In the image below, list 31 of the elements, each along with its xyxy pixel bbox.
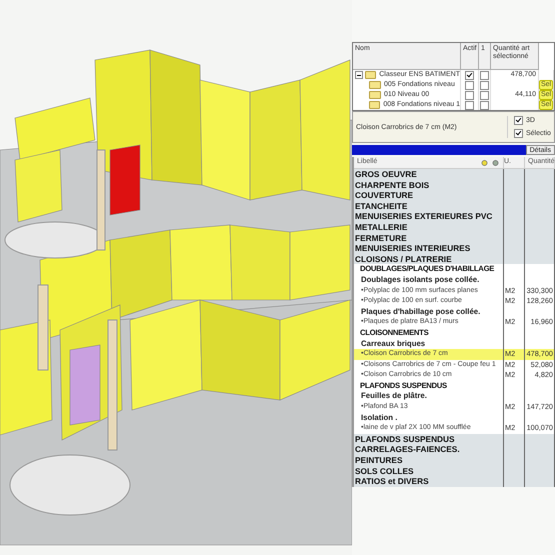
category-heading: ETANCHEITE — [354, 200, 408, 211]
category-heading: METALLERIE — [354, 222, 408, 232]
folder-icon — [369, 81, 381, 89]
category-heading: PLAFONDS SUSPENDUS — [354, 434, 455, 444]
checkbox[interactable] — [465, 70, 474, 80]
folder-icon — [364, 71, 376, 79]
expand-toggle-icon[interactable] — [355, 71, 363, 79]
category-heading: CARRELAGES-FAIENCES. — [354, 444, 460, 454]
category-heading: COUVERTURE — [354, 190, 414, 200]
category-heading: MENUISERIES EXTERIEURES PVC — [354, 211, 492, 222]
checkbox[interactable] — [465, 90, 474, 100]
category-heading: GROS OEUVRE — [354, 169, 417, 179]
checkbox[interactable] — [480, 90, 489, 100]
folder-icon — [369, 91, 381, 99]
folder-icon — [369, 101, 380, 109]
collapse-all-icon[interactable] — [492, 160, 499, 166]
category-heading: RATIOS et DIVERS — [354, 476, 429, 486]
category-heading: CHARPENTE BOIS — [354, 180, 430, 190]
checkbox[interactable] — [480, 70, 489, 80]
checkbox[interactable] — [465, 100, 474, 110]
checkbox[interactable] — [514, 116, 523, 125]
checkbox[interactable] — [514, 129, 523, 138]
category-heading: FERMETURE — [354, 232, 407, 243]
category-heading: MENUISERIES INTERIEURES — [354, 243, 470, 254]
expand-all-icon[interactable] — [481, 160, 488, 166]
checkbox[interactable] — [480, 80, 489, 90]
checkbox[interactable] — [480, 100, 489, 110]
category-heading: CLOISONS / PLATRERIE — [354, 254, 452, 264]
category-heading: SOLS COLLES — [354, 466, 414, 476]
category-heading: PEINTURES — [354, 455, 402, 466]
checkbox[interactable] — [465, 80, 474, 90]
